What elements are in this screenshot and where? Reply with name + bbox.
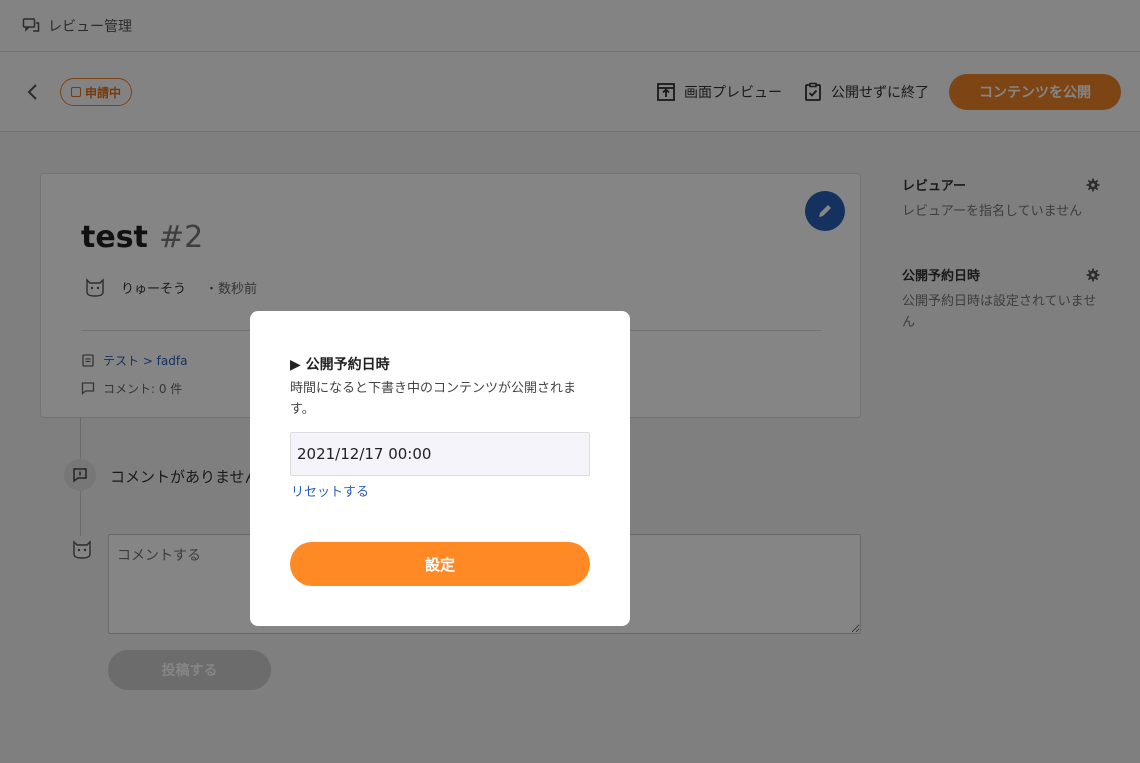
schedule-modal: ▶ 公開予約日時 時間になると下書き中のコンテンツが公開されます。 リセットする…	[250, 311, 630, 626]
modal-title: ▶ 公開予約日時	[290, 357, 390, 373]
reset-link[interactable]: リセットする	[291, 481, 369, 500]
set-button[interactable]: 設定	[290, 542, 590, 586]
schedule-date-input[interactable]	[290, 432, 590, 476]
modal-description: 時間になると下書き中のコンテンツが公開されます。	[290, 381, 577, 417]
app-root: レビュー管理 申請中 画面プレビュー 公開せずに終了 コンテンツを公開 test…	[0, 0, 1140, 763]
